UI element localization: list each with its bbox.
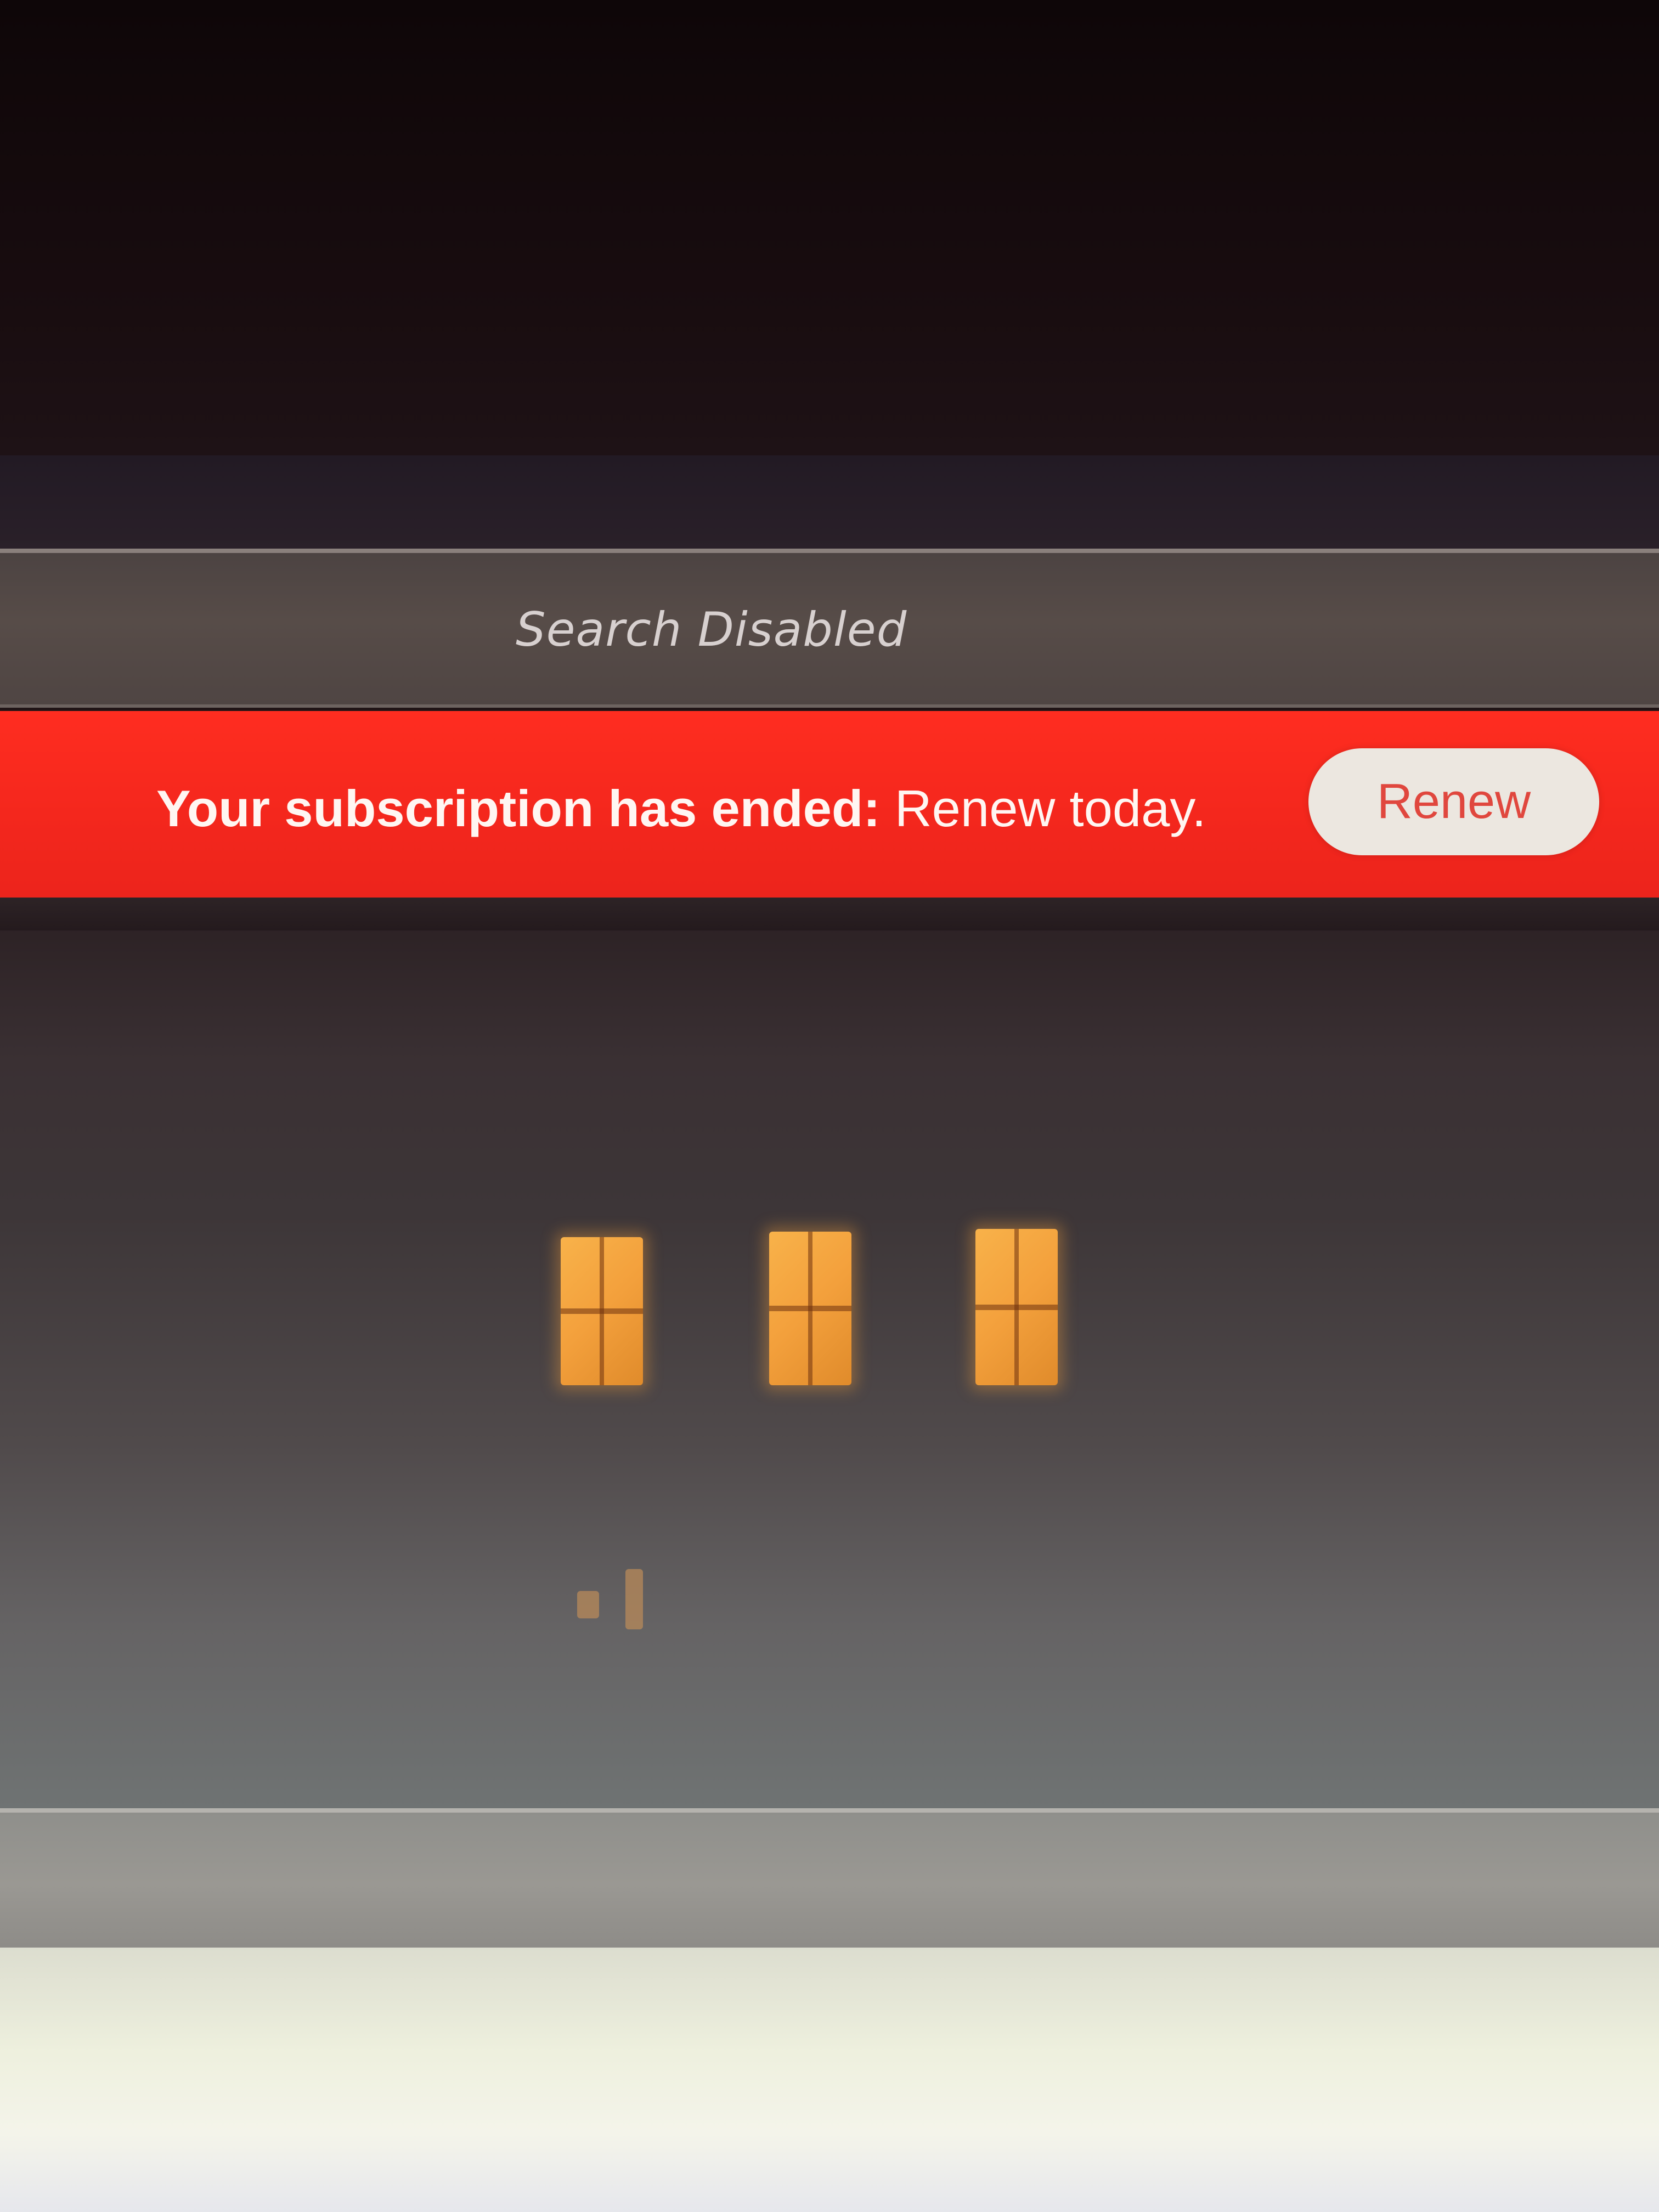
search-disabled-label: Search Disabled [516, 602, 907, 657]
lit-window-left [561, 1237, 643, 1385]
content-top-shadow [0, 898, 1659, 930]
small-light-right [625, 1569, 643, 1629]
banner-message-bold: Your subscription has ended: [156, 780, 881, 837]
small-light-left [577, 1591, 599, 1618]
bottom-toolbar [0, 1808, 1659, 1956]
banner-message-regular: Renew today. [880, 780, 1206, 837]
window-title-strip [0, 455, 1659, 551]
photo-of-monitor-screen: Search Disabled Your subscription has en… [0, 0, 1659, 2212]
screen-top-dark-area [0, 0, 1659, 455]
lit-window-center [769, 1232, 851, 1385]
banner-message: Your subscription has ended: Renew today… [156, 779, 1206, 838]
lit-window-right [975, 1229, 1058, 1385]
monitor-bottom-glare [0, 1948, 1659, 2212]
renew-button[interactable]: Renew [1308, 748, 1599, 855]
